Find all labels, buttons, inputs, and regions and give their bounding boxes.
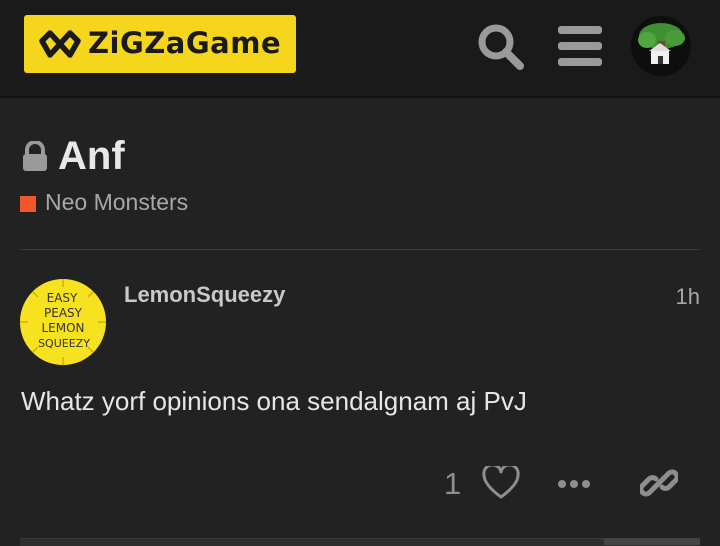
link-icon[interactable] bbox=[640, 464, 678, 502]
post-body-text: Whatz yorf opinions ona sendalgnam aj Pv… bbox=[21, 386, 527, 416]
logo-infinity-icon bbox=[39, 30, 81, 58]
site-logo[interactable]: ZiGZaGame bbox=[24, 15, 296, 73]
post-username[interactable]: LemonSqueezy bbox=[124, 282, 285, 308]
tree-house-avatar-icon bbox=[631, 16, 691, 76]
topic-title[interactable]: Anf bbox=[58, 134, 125, 179]
avatar-text-line: LEMON bbox=[41, 321, 84, 335]
hamburger-menu-icon[interactable] bbox=[556, 24, 604, 68]
post-author-avatar[interactable]: EASY PEASY LEMON SQUEEZY bbox=[20, 279, 106, 365]
timeline-handle[interactable] bbox=[604, 538, 700, 545]
more-icon[interactable] bbox=[557, 478, 591, 490]
avatar-text-line: EASY bbox=[47, 291, 78, 305]
category-color-badge bbox=[20, 196, 36, 212]
lock-icon bbox=[23, 141, 47, 171]
avatar-text-line: SQUEEZY bbox=[38, 337, 90, 350]
divider bbox=[20, 249, 700, 250]
logo-text: ZiGZaGame bbox=[88, 26, 282, 60]
post-timestamp[interactable]: 1h bbox=[676, 284, 700, 310]
like-count[interactable]: 1 bbox=[444, 466, 461, 502]
site-header: ZiGZaGame bbox=[0, 0, 720, 98]
heart-icon[interactable] bbox=[482, 466, 520, 500]
user-avatar[interactable] bbox=[631, 16, 691, 76]
category-link[interactable]: Neo Monsters bbox=[45, 189, 188, 216]
lemon-avatar-image: EASY PEASY LEMON SQUEEZY bbox=[20, 279, 106, 365]
avatar-text-line: PEASY bbox=[44, 306, 83, 320]
search-icon[interactable] bbox=[474, 20, 528, 74]
